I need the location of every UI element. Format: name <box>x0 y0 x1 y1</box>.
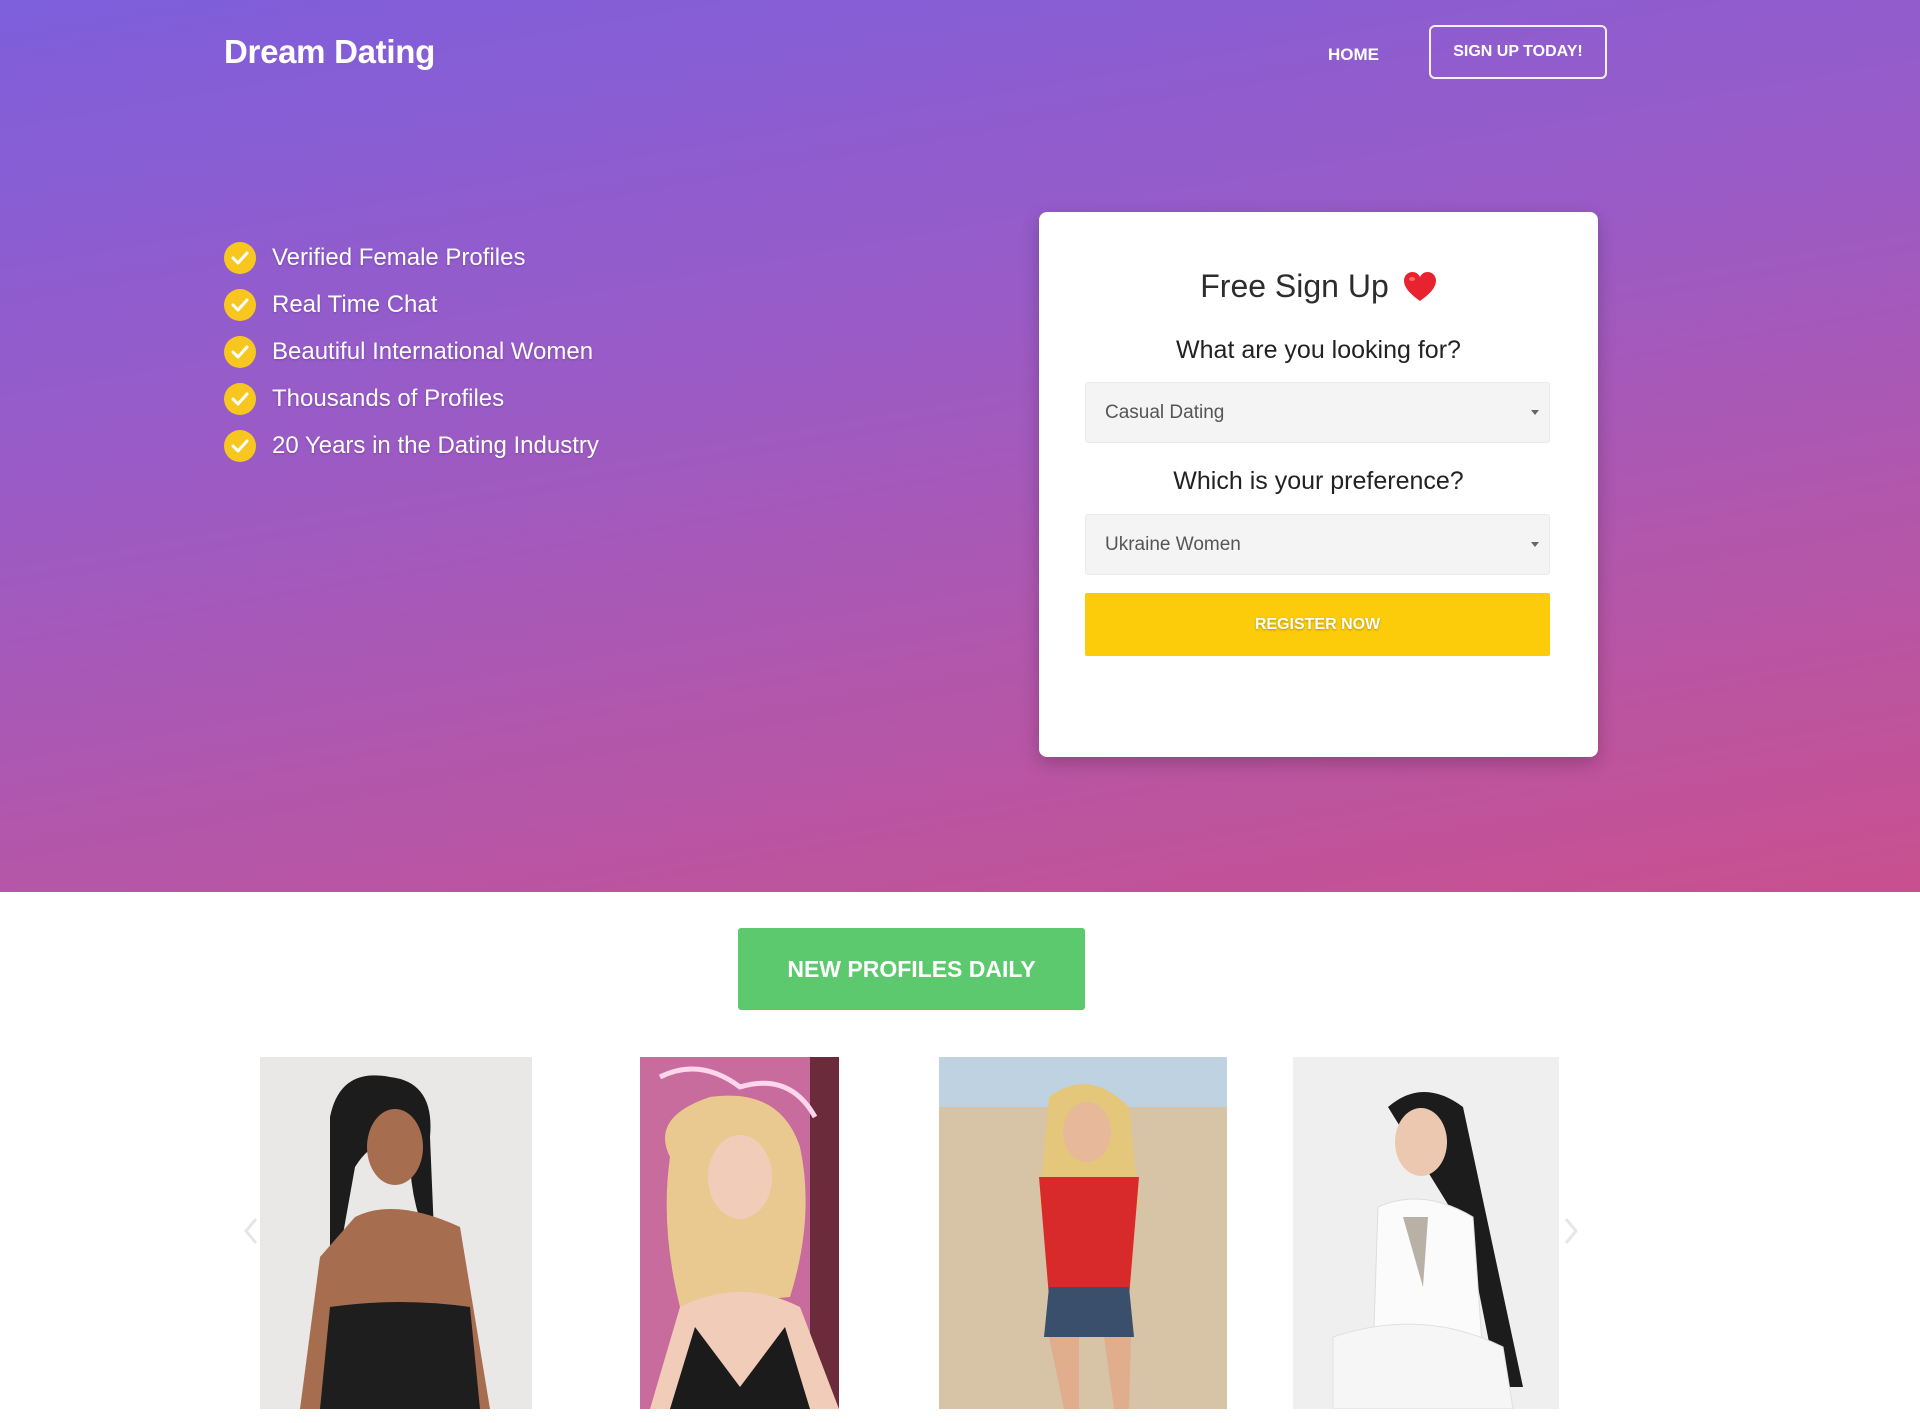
new-profiles-badge: NEW PROFILES DAILY <box>738 928 1085 1010</box>
feature-item: Verified Female Profiles <box>224 234 599 281</box>
looking-for-select[interactable]: Casual Dating <box>1085 382 1550 443</box>
check-circle-icon <box>224 429 256 462</box>
looking-for-value: Casual Dating <box>1105 402 1225 423</box>
site-logo[interactable]: Dream Dating <box>224 33 435 71</box>
feature-text: 20 Years in the Dating Industry <box>272 431 599 459</box>
feature-list: Verified Female Profiles Real Time Chat … <box>224 234 599 469</box>
check-circle-icon <box>224 241 256 274</box>
register-button[interactable]: REGISTER NOW <box>1085 593 1550 656</box>
feature-text: Verified Female Profiles <box>272 243 526 271</box>
signup-title: Free Sign Up <box>1039 268 1598 305</box>
check-circle-icon <box>224 288 256 321</box>
feature-text: Thousands of Profiles <box>272 384 505 412</box>
profile-photo[interactable] <box>939 1057 1227 1409</box>
check-circle-icon <box>224 382 256 415</box>
nav-home-link[interactable]: HOME <box>1328 40 1379 70</box>
feature-text: Beautiful International Women <box>272 337 594 365</box>
feature-item: 20 Years in the Dating Industry <box>224 422 599 469</box>
heart-icon <box>1403 271 1437 303</box>
signup-card: Free Sign Up What are you looking for? C… <box>1039 212 1598 757</box>
chevron-right-icon[interactable] <box>1558 1211 1582 1251</box>
profile-photo[interactable] <box>260 1057 532 1409</box>
caret-down-icon <box>1531 410 1539 415</box>
feature-item: Beautiful International Women <box>224 328 599 375</box>
profile-photo[interactable] <box>1293 1057 1559 1409</box>
profile-photo[interactable] <box>640 1057 839 1409</box>
preference-label: Which is your preference? <box>1173 467 1464 495</box>
nav-signup-button[interactable]: SIGN UP TODAY! <box>1429 25 1607 79</box>
signup-title-text: Free Sign Up <box>1200 268 1389 304</box>
looking-for-label: What are you looking for? <box>1176 336 1461 364</box>
caret-down-icon <box>1531 542 1539 547</box>
preference-value: Ukraine Women <box>1105 534 1241 555</box>
feature-item: Real Time Chat <box>224 281 599 328</box>
feature-item: Thousands of Profiles <box>224 375 599 422</box>
preference-select[interactable]: Ukraine Women <box>1085 514 1550 575</box>
hero-section: Dream Dating HOME SIGN UP TODAY! Verifie… <box>0 0 1920 892</box>
check-circle-icon <box>224 335 256 368</box>
feature-text: Real Time Chat <box>272 290 438 318</box>
